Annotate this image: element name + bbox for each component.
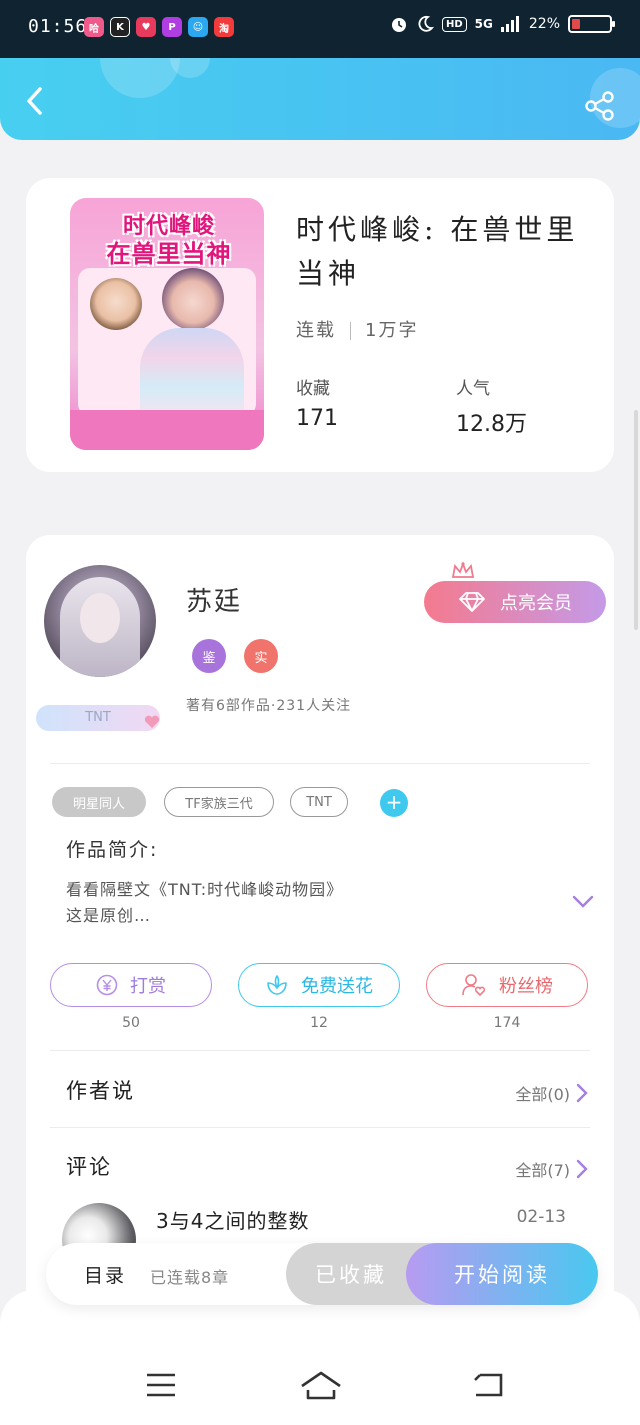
battery-level [572, 19, 580, 29]
reward-label: 打赏 [130, 976, 166, 997]
cover-person-left [90, 278, 142, 330]
hd-badge: HD [442, 16, 467, 32]
popularity-label: 人气 [456, 379, 490, 399]
popularity-value: 12.8万 [456, 412, 527, 437]
book-cover[interactable]: 时代峰峻 在兽里当神 [70, 198, 264, 450]
bottom-nav-area [0, 1290, 640, 1425]
light-up-vip-button[interactable]: 点亮会员 [424, 581, 606, 623]
app-icon-1: 哈 [84, 17, 104, 37]
scrollbar[interactable] [634, 410, 638, 630]
intro-text: 看看隔壁文《TNT:时代峰峻动物园》 这是原创… [66, 877, 343, 929]
author-says-all-link[interactable]: 全部(0) [515, 1081, 588, 1105]
collected-label: 已收藏 [315, 1263, 387, 1287]
author-meta: 著有6部作品·231人关注 [186, 698, 352, 714]
chapters-count: 已连载8章 [150, 1268, 230, 1287]
battery-icon [568, 15, 615, 33]
fans-ranking-button[interactable]: 粉丝榜 [426, 963, 588, 1007]
fans-label: 粉丝榜 [499, 976, 553, 997]
flower-count: 12 [310, 1015, 328, 1031]
divider [50, 1127, 590, 1128]
crown-icon [451, 561, 475, 578]
add-tag-button[interactable]: + [380, 789, 408, 817]
header-decor-bubble [100, 58, 180, 98]
cover-title-line2: 在兽里当神 [106, 240, 232, 268]
comments-all-link[interactable]: 全部(7) [515, 1157, 588, 1181]
start-reading-label: 开始阅读 [454, 1263, 550, 1287]
avatar-face [80, 593, 120, 643]
share-icon[interactable] [584, 90, 616, 122]
tag-tf-family[interactable]: TF家族三代 [164, 787, 274, 817]
status-bar: 01:56 哈 K ♥ P ☺ 淘 HD 5G 22% [0, 0, 640, 58]
header-bar [0, 58, 640, 140]
author-avatar[interactable] [44, 565, 156, 677]
back-arrow-icon[interactable] [22, 86, 48, 116]
author-says-all-label: 全部(0) [515, 1085, 570, 1104]
start-reading-button[interactable]: 开始阅读 [406, 1243, 598, 1305]
word-count: 1万字 [365, 320, 419, 341]
status-separator [350, 322, 351, 340]
favorites-value: 171 [296, 406, 338, 431]
status-time: 01:56 [28, 16, 88, 37]
comment-text: 3与4之间的整数 [156, 1209, 310, 1233]
battery-percent: 22% [528, 16, 560, 32]
user-heart-icon [462, 974, 486, 997]
chevron-right-icon [576, 1159, 588, 1179]
app-icon-6: 淘 [214, 17, 234, 37]
comments-all-label: 全部(7) [515, 1161, 570, 1180]
author-detail-card: TNT 苏廷 点亮会员 鉴 实 著有6部作品·231人关注 明星同人 TF家族三… [26, 535, 614, 1335]
diamond-icon [459, 592, 485, 612]
app-icon-4: P [162, 17, 182, 37]
notification-app-icons: 哈 K ♥ P ☺ 淘 [84, 17, 234, 37]
menu-icon[interactable] [146, 1372, 176, 1398]
book-status: 连载 1万字 [296, 316, 418, 342]
serial-status: 连载 [296, 320, 336, 341]
network-label: 5G [474, 17, 493, 31]
app-icon-5: ☺ [188, 17, 208, 37]
home-icon[interactable] [300, 1370, 342, 1400]
back-nav-icon[interactable] [472, 1372, 504, 1398]
moon-icon [418, 15, 434, 32]
vip-button-label: 点亮会员 [500, 593, 572, 614]
reading-action-bar: 目录 已连载8章 已收藏 开始阅读 [46, 1243, 598, 1305]
fans-count: 174 [493, 1015, 521, 1031]
favorites-label: 收藏 [296, 379, 330, 399]
chevron-down-icon[interactable] [572, 895, 594, 909]
app-icon-3: ♥ [136, 17, 156, 37]
comment-date: 02-13 [516, 1207, 566, 1227]
send-flower-button[interactable]: 免费送花 [238, 963, 400, 1007]
flower-label: 免费送花 [301, 976, 373, 997]
intro-line-2: 这是原创… [66, 906, 152, 925]
verified-badge: 鉴 [192, 639, 226, 673]
author-name[interactable]: 苏廷 [186, 581, 242, 618]
yuan-coin-icon [96, 974, 118, 996]
tag-tnt[interactable]: TNT [290, 787, 348, 817]
heart-icon [144, 715, 160, 728]
author-says-title: 作者说 [66, 1079, 135, 1103]
cover-person-right [162, 268, 224, 330]
cover-bottom-strip [70, 410, 264, 450]
app-icon-2: K [110, 17, 130, 37]
flower-icon [267, 975, 287, 995]
reward-count: 50 [122, 1015, 140, 1031]
divider [50, 763, 590, 764]
realname-badge: 实 [244, 639, 278, 673]
divider [50, 1050, 590, 1051]
cover-sweater [140, 328, 244, 418]
chevron-right-icon [576, 1083, 588, 1103]
book-info-card: 时代峰峻 在兽里当神 时代峰峻: 在兽世里当神 连载 1万字 收藏 171 人气 … [26, 178, 614, 472]
reward-button[interactable]: 打赏 [50, 963, 212, 1007]
comments-title: 评论 [66, 1155, 112, 1179]
alarm-icon [392, 18, 406, 32]
signal-icon [500, 16, 519, 32]
intro-line-1: 看看隔壁文《TNT:时代峰峻动物园》 [66, 880, 344, 899]
intro-title: 作品简介: [66, 839, 159, 861]
status-indicators: HD 5G 22% [390, 15, 615, 33]
tag-star-fanfic[interactable]: 明星同人 [52, 787, 146, 817]
tnt-fan-badge: TNT [36, 705, 160, 731]
table-of-contents-button[interactable]: 目录 [84, 1261, 126, 1288]
book-title: 时代峰峻: 在兽世里当神 [296, 213, 579, 290]
